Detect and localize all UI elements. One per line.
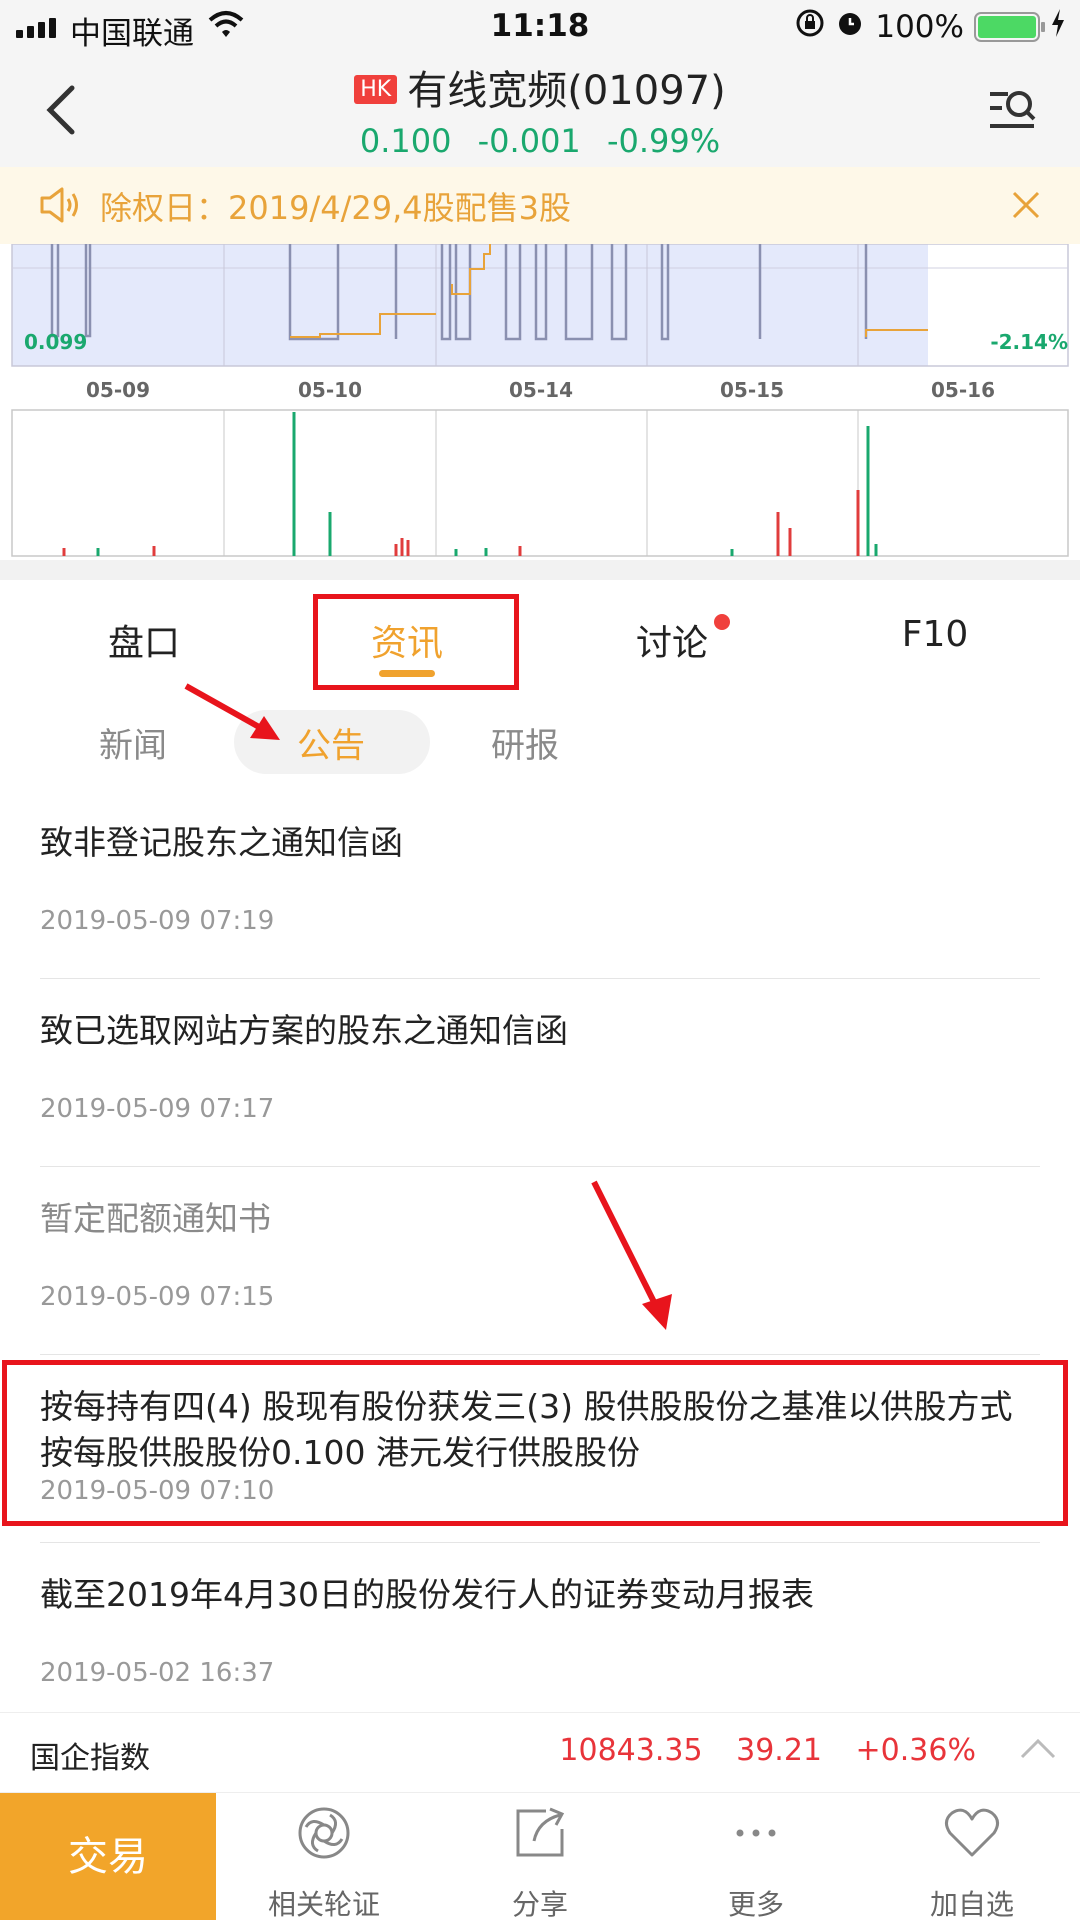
list-divider bbox=[40, 978, 1040, 979]
menu-search-icon bbox=[990, 91, 1036, 128]
annotation-arrow bbox=[184, 683, 280, 740]
bottom-item-label: 加自选 bbox=[929, 1888, 1014, 1920]
list-divider bbox=[40, 1354, 1040, 1355]
bottom-item-label: 更多 bbox=[727, 1888, 784, 1920]
announcement-item[interactable]: 致已选取网站方案的股东之通知信函 2019-05-09 07:17 bbox=[40, 1008, 1040, 1124]
date-tick: 05-14 bbox=[509, 378, 573, 402]
announcement-date: 2019-05-09 07:19 bbox=[40, 906, 275, 936]
price-change: -0.001 bbox=[477, 122, 581, 160]
warrant-icon bbox=[294, 1803, 354, 1863]
date-tick: 05-09 bbox=[86, 378, 150, 402]
announcement-item[interactable]: 致非登记股东之通知信函 2019-05-09 07:19 bbox=[40, 820, 1040, 936]
chart-svg bbox=[11, 244, 1069, 557]
tab-discussion[interactable]: 讨论 bbox=[572, 614, 772, 666]
subtab-news[interactable]: 新闻 bbox=[99, 718, 167, 767]
tab-f10[interactable]: F10 bbox=[835, 614, 1035, 655]
unread-dot bbox=[714, 614, 730, 630]
highlight-box-tab bbox=[313, 594, 519, 690]
section-divider bbox=[0, 560, 1080, 580]
date-tick: 05-16 bbox=[931, 378, 995, 402]
more-button[interactable]: 更多 bbox=[648, 1803, 864, 1920]
more-icon bbox=[726, 1803, 786, 1863]
sub-tabs: 新闻 公告 研报 bbox=[0, 700, 1080, 780]
stock-header: HK 有线宽频(01097) 0.100 -0.001 -0.99% bbox=[0, 52, 1080, 167]
tab-label: 盘口 bbox=[107, 623, 180, 664]
share-icon bbox=[510, 1803, 570, 1863]
market-badge: HK bbox=[354, 74, 398, 104]
tab-label: 讨论 bbox=[635, 623, 708, 664]
index-name: 国企指数 bbox=[30, 1741, 150, 1776]
subtab-announcements[interactable]: 公告 bbox=[297, 718, 365, 767]
index-ticker-bar[interactable]: 国企指数 10843.35 39.21 +0.36% bbox=[0, 1712, 1080, 1792]
list-divider bbox=[40, 1166, 1040, 1167]
battery-icon bbox=[974, 12, 1045, 42]
highlight-box-announcement bbox=[2, 1360, 1068, 1526]
main-tabs: 盘口 资讯 讨论 F10 bbox=[0, 580, 1080, 695]
chart-date-axis: 05-09 05-10 05-14 05-15 05-16 bbox=[0, 378, 1080, 408]
page: 中国联通 11:18 100% HK 有线宽频(01097) 0.100 -0.… bbox=[0, 0, 1080, 1920]
ex-rights-notice: 除权日：2019/4/29,4股配售3股 bbox=[0, 167, 1080, 244]
index-values: 10843.35 39.21 +0.36% bbox=[535, 1733, 976, 1768]
subtab-research[interactable]: 研报 bbox=[491, 718, 559, 767]
tab-pankou[interactable]: 盘口 bbox=[44, 614, 244, 666]
stock-title: HK 有线宽频(01097) bbox=[0, 58, 1080, 116]
announcement-date: 2019-05-09 07:15 bbox=[40, 1282, 275, 1312]
battery-percent: 100% bbox=[875, 9, 964, 45]
chart-pct-label: -2.14% bbox=[990, 330, 1068, 354]
announcement-date: 2019-05-09 07:17 bbox=[40, 1094, 275, 1124]
heart-icon bbox=[942, 1803, 1002, 1863]
alarm-icon bbox=[835, 8, 865, 46]
index-change: 39.21 bbox=[736, 1733, 822, 1768]
price-change-pct: -0.99% bbox=[606, 122, 721, 160]
status-bar: 中国联通 11:18 100% bbox=[0, 0, 1080, 52]
rotation-lock-icon bbox=[795, 8, 825, 46]
last-price: 0.100 bbox=[359, 122, 452, 160]
announcement-item[interactable]: 截至2019年4月30日的股份发行人的证券变动月报表 2019-05-02 16… bbox=[40, 1572, 1040, 1688]
bottom-item-label: 相关轮证 bbox=[267, 1888, 380, 1920]
speaker-icon bbox=[38, 185, 84, 229]
annotation-arrow bbox=[591, 1180, 672, 1330]
quote-row: 0.100 -0.001 -0.99% bbox=[0, 122, 1080, 160]
close-icon bbox=[1012, 191, 1040, 219]
date-tick: 05-15 bbox=[720, 378, 784, 402]
bottom-item-label: 分享 bbox=[511, 1888, 568, 1920]
index-change-pct: +0.36% bbox=[855, 1733, 976, 1768]
bottom-action-bar: 交易 相关轮证 分享 更多 加自选 bbox=[0, 1792, 1080, 1920]
announcement-title: 截至2019年4月30日的股份发行人的证券变动月报表 bbox=[40, 1575, 814, 1614]
intraday-chart[interactable]: 0.099 -2.14% 05-09 05-10 05-14 05-15 05-… bbox=[0, 244, 1080, 574]
list-divider bbox=[40, 1542, 1040, 1543]
announcement-date: 2019-05-02 16:37 bbox=[40, 1658, 275, 1688]
share-button[interactable]: 分享 bbox=[432, 1803, 648, 1920]
trade-button[interactable]: 交易 bbox=[0, 1793, 216, 1920]
announcement-title: 暂定配额通知书 bbox=[40, 1199, 271, 1238]
related-warrants-button[interactable]: 相关轮证 bbox=[216, 1803, 432, 1920]
index-value: 10843.35 bbox=[559, 1733, 703, 1768]
menu-search-button[interactable] bbox=[984, 82, 1040, 138]
add-watchlist-button[interactable]: 加自选 bbox=[864, 1803, 1080, 1920]
stock-name: 有线宽频(01097) bbox=[407, 68, 726, 114]
charging-icon bbox=[1050, 9, 1066, 45]
announcement-title: 致已选取网站方案的股东之通知信函 bbox=[40, 1011, 568, 1050]
date-tick: 05-10 bbox=[298, 378, 362, 402]
close-notice-button[interactable] bbox=[1008, 187, 1044, 223]
tab-label: F10 bbox=[901, 614, 969, 655]
announcement-item[interactable]: 暂定配额通知书 2019-05-09 07:15 bbox=[40, 1196, 1040, 1312]
chevron-up-icon[interactable] bbox=[1018, 1733, 1058, 1763]
announcement-title: 致非登记股东之通知信函 bbox=[40, 823, 403, 862]
notice-text: 除权日：2019/4/29,4股配售3股 bbox=[100, 189, 571, 227]
chart-low-label: 0.099 bbox=[24, 330, 88, 354]
